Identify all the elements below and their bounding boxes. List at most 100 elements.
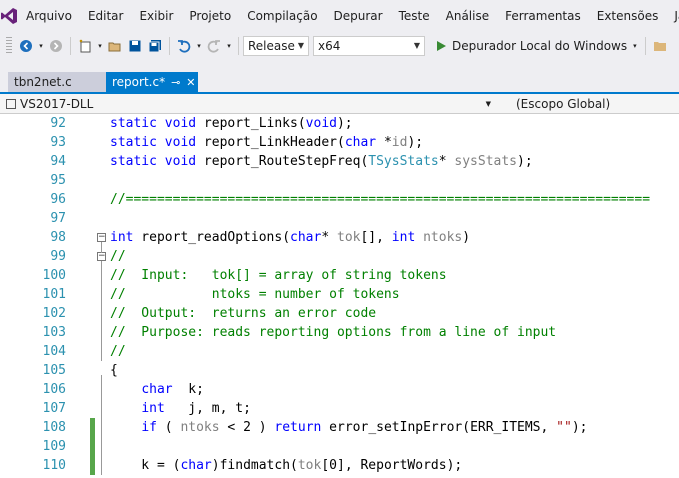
tab-label: tbn2net.c bbox=[14, 75, 72, 89]
project-name: VS2017-DLL bbox=[20, 97, 94, 111]
project-select[interactable]: VS2017-DLL ▼ bbox=[6, 96, 491, 112]
code-line[interactable]: 92 static void report_Links(void); bbox=[0, 114, 679, 133]
code-token: static void bbox=[110, 116, 197, 131]
scope-select[interactable]: (Escopo Global) bbox=[510, 96, 679, 112]
back-dropdown-icon[interactable]: ▾ bbox=[36, 36, 46, 56]
code-token: ); bbox=[407, 135, 424, 150]
menu-item[interactable]: Projeto bbox=[181, 9, 239, 23]
close-icon[interactable]: ✕ bbox=[186, 76, 195, 89]
toolbar-grip[interactable] bbox=[6, 36, 12, 55]
menu-item[interactable]: Arquivo bbox=[18, 9, 80, 23]
code-token: char bbox=[344, 135, 377, 150]
fold-guide bbox=[101, 242, 102, 253]
code-editor[interactable]: 92 static void report_Links(void); 93 stati… bbox=[0, 114, 679, 478]
code-token: k; bbox=[172, 382, 204, 397]
platform-select[interactable]: x64 ▼ bbox=[313, 35, 425, 56]
collapse-icon[interactable]: − bbox=[97, 252, 106, 261]
navigation-bar: VS2017-DLL ▼ (Escopo Global) bbox=[0, 94, 679, 114]
code-text: if ( ntoks < 2 ) return error_setInpErro… bbox=[110, 418, 587, 437]
chevron-down-icon: ▾ bbox=[633, 41, 637, 50]
pin-icon[interactable]: ⊸ bbox=[171, 76, 180, 89]
new-project-icon[interactable] bbox=[75, 36, 95, 56]
code-token: // ntoks = number of tokens bbox=[110, 287, 400, 302]
code-line[interactable]: 94 static void report_RouteStepFreq(TSysS… bbox=[0, 152, 679, 171]
menu-item[interactable]: Compilação bbox=[239, 9, 325, 23]
open-file-icon[interactable] bbox=[105, 36, 125, 56]
code-line[interactable]: 96 //====================================… bbox=[0, 190, 679, 209]
fold-guide bbox=[101, 261, 102, 361]
folder-icon[interactable] bbox=[650, 36, 670, 56]
code-token: // bbox=[110, 344, 126, 359]
code-token: k = ( bbox=[110, 458, 181, 473]
change-indicator bbox=[90, 418, 95, 437]
menu-item[interactable]: Ja bbox=[666, 9, 679, 23]
code-text: //======================================… bbox=[110, 190, 650, 209]
code-token: "" bbox=[556, 420, 572, 435]
code-token: char bbox=[290, 230, 322, 245]
code-token: )findmatch( bbox=[211, 458, 298, 473]
solution-config-select[interactable]: Release ▼ bbox=[243, 35, 309, 56]
code-line[interactable]: 97 bbox=[0, 209, 679, 228]
collapse-icon[interactable]: − bbox=[97, 233, 106, 242]
menu-item[interactable]: Extensões bbox=[589, 9, 667, 23]
menu-item[interactable]: Editar bbox=[80, 9, 132, 23]
menu-item[interactable]: Depurar bbox=[326, 9, 391, 23]
document-tab-bar: tbn2net.c report.c* ⊸ ✕ bbox=[0, 60, 679, 94]
line-number: 108 bbox=[42, 420, 66, 435]
save-icon[interactable] bbox=[125, 36, 145, 56]
code-token: * bbox=[438, 154, 455, 169]
line-number: 110 bbox=[42, 458, 66, 473]
line-number: 104 bbox=[42, 344, 66, 359]
undo-dropdown-icon[interactable]: ▾ bbox=[194, 36, 204, 56]
code-token: error_setInpError(ERR_ITEMS, bbox=[321, 420, 557, 435]
menu-bar: Arquivo Editar Exibir Projeto Compilação Depu… bbox=[0, 0, 679, 31]
code-token: { bbox=[110, 363, 118, 378]
play-icon bbox=[437, 40, 446, 51]
redo-icon[interactable] bbox=[204, 36, 224, 56]
code-text: static void report_Links(void); bbox=[110, 114, 353, 133]
code-token: char bbox=[180, 458, 212, 473]
menu-item[interactable]: Ferramentas bbox=[497, 9, 589, 23]
redo-dropdown-icon[interactable]: ▾ bbox=[224, 36, 234, 56]
code-token: ntoks bbox=[180, 420, 220, 435]
code-text: // Input: tok[] = array of string tokens bbox=[110, 266, 447, 285]
menu-item[interactable]: Exibir bbox=[131, 9, 181, 23]
toolbar-separator bbox=[169, 36, 170, 55]
code-text: // Output: returns an error code bbox=[110, 304, 376, 323]
code-line[interactable]: 95 bbox=[0, 171, 679, 190]
code-text: k = (char)findmatch(tok[0], ReportWords)… bbox=[110, 456, 462, 475]
code-token: tok bbox=[297, 458, 322, 473]
line-number: 95 bbox=[50, 173, 66, 188]
new-dropdown-icon[interactable]: ▾ bbox=[95, 36, 105, 56]
code-token: void bbox=[305, 116, 337, 131]
menu-item[interactable]: Teste bbox=[391, 9, 438, 23]
code-token: return bbox=[274, 420, 322, 435]
tab-tbn2net-c[interactable]: tbn2net.c bbox=[8, 72, 106, 92]
code-token: int bbox=[141, 401, 165, 416]
line-number: 102 bbox=[42, 306, 66, 321]
forward-nav-icon[interactable] bbox=[46, 36, 66, 56]
back-nav-icon[interactable] bbox=[16, 36, 36, 56]
code-line[interactable]: 93 static void report_LinkHeader(char *id… bbox=[0, 133, 679, 152]
standard-toolbar: ▾ ▾ ▾ ▾ Release ▼ x64 ▼ Depurador Local … bbox=[0, 31, 679, 60]
visual-studio-logo-icon[interactable] bbox=[0, 0, 18, 31]
chevron-down-icon: ▼ bbox=[413, 41, 420, 50]
line-number: 109 bbox=[42, 439, 66, 454]
toolbar-separator bbox=[238, 36, 239, 55]
change-indicator bbox=[90, 456, 95, 475]
line-number: 97 bbox=[50, 211, 66, 226]
undo-icon[interactable] bbox=[174, 36, 194, 56]
code-token: ); bbox=[571, 420, 588, 435]
code-token: sysStats bbox=[454, 154, 518, 169]
scope-value: (Escopo Global) bbox=[516, 97, 611, 111]
code-text: { bbox=[110, 361, 118, 380]
code-token: // Output: returns an error code bbox=[110, 306, 377, 321]
save-all-icon[interactable] bbox=[145, 36, 165, 56]
menu-item[interactable]: Análise bbox=[438, 9, 497, 23]
code-token: // bbox=[110, 249, 126, 264]
start-debugging-button[interactable]: Depurador Local do Windows ▾ bbox=[431, 39, 641, 53]
tab-report-c[interactable]: report.c* ⊸ ✕ bbox=[106, 72, 198, 92]
